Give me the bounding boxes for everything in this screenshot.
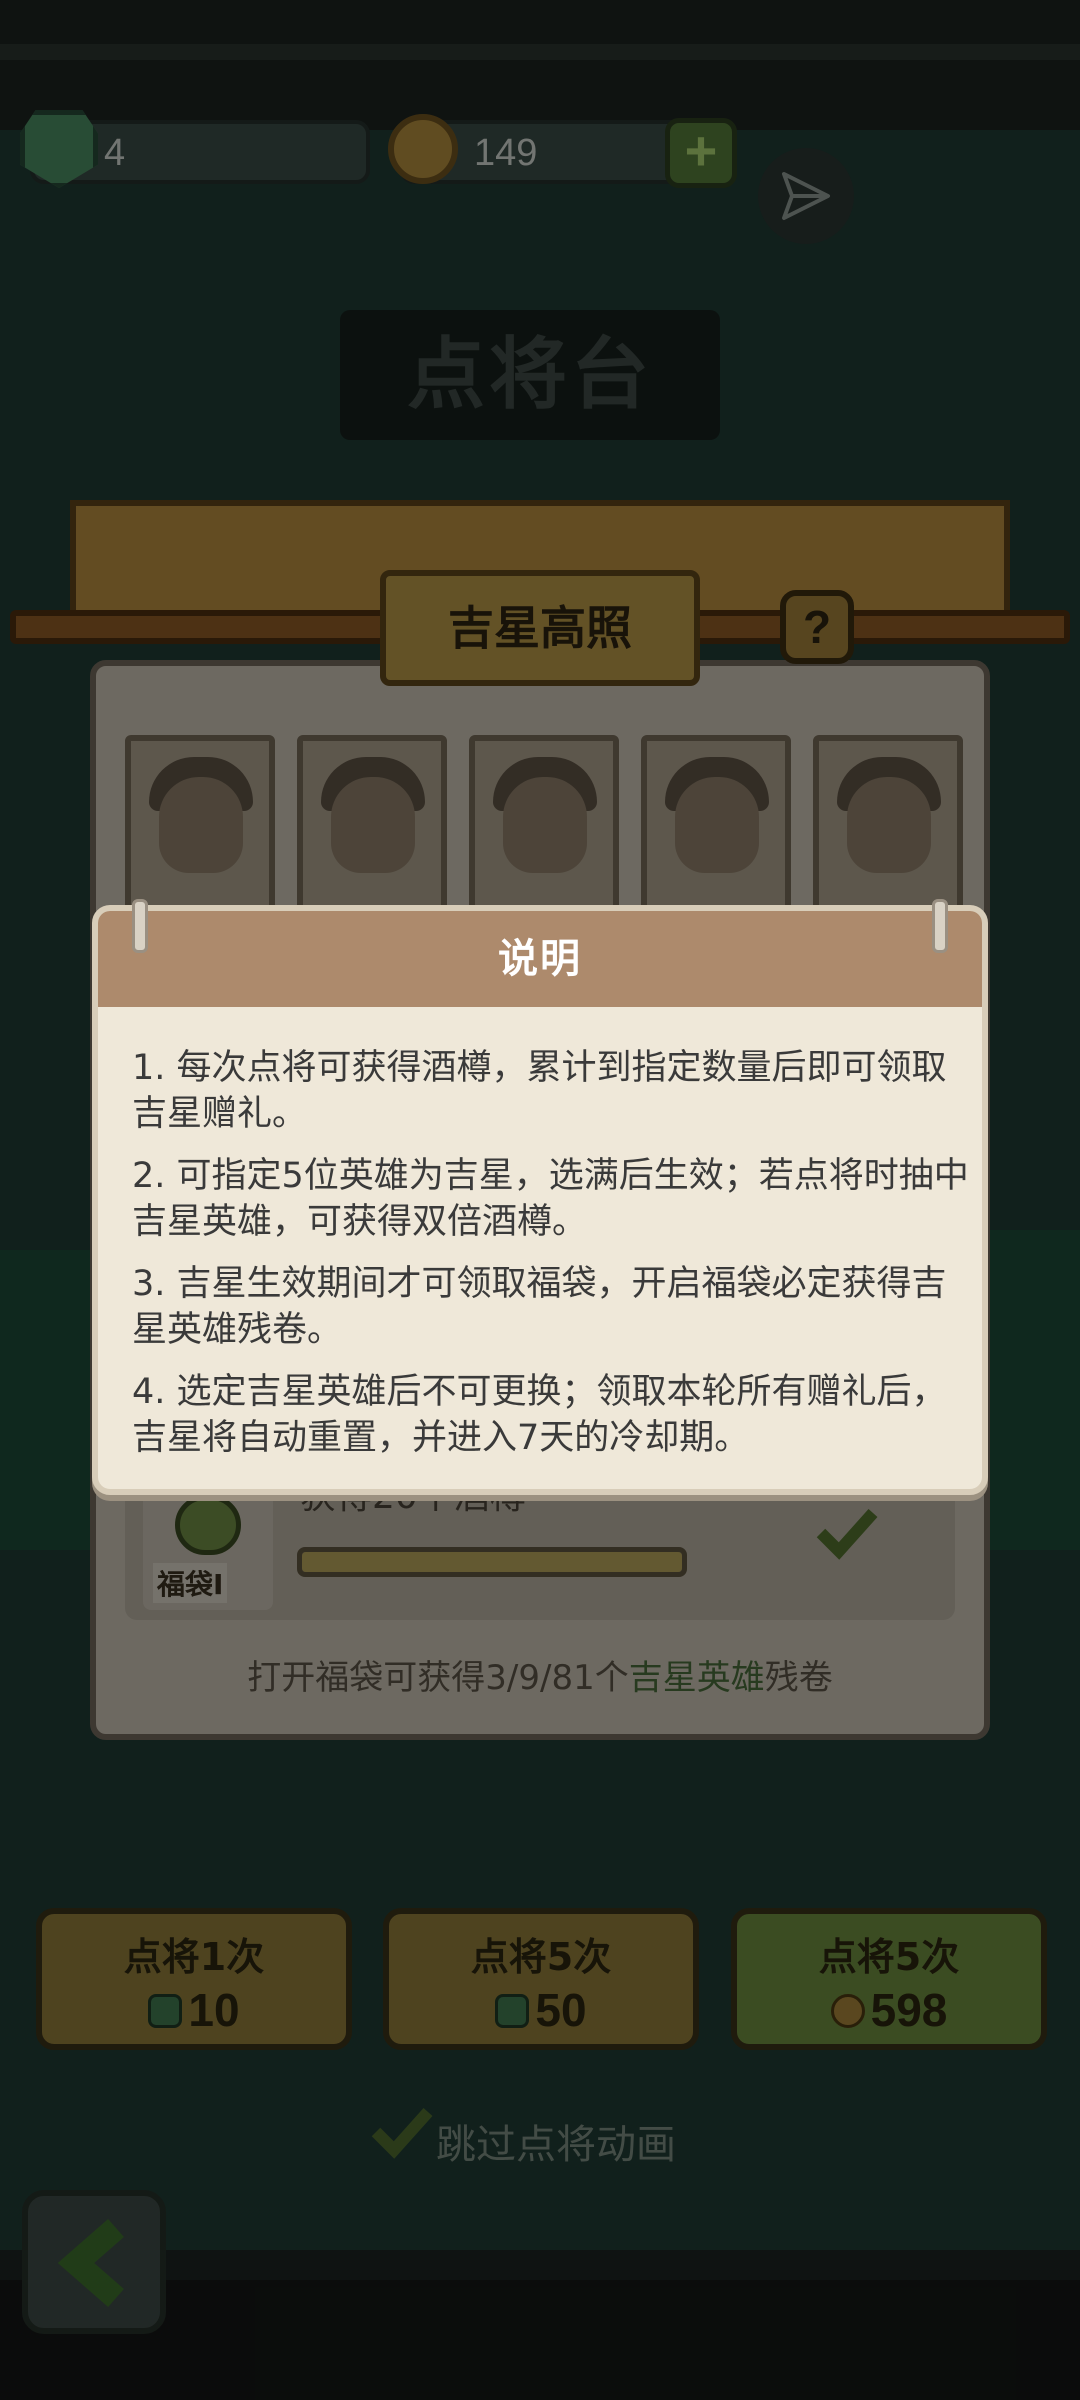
rule-item: 1. 每次点将可获得酒樽，累计到指定数量后即可领取吉星赠礼。 [132,1048,947,1134]
rule-item: 2. 可指定5位英雄为吉星，选满后生效；若点将时抽中吉星英雄，可获得双倍酒樽。 [132,1156,969,1242]
pin-icon [132,899,148,953]
rule-item: 3. 吉星生效期间才可领取福袋，开启福袋必定获得吉星英雄残卷。 [132,1264,947,1350]
rule-item: 4. 选定吉星英雄后不可更换；领取本轮所有赠礼后，吉星将自动重置，并进入7天的冷… [132,1372,947,1458]
pin-icon [932,899,948,953]
dialog-title: 说明 [498,936,582,982]
info-dialog: 说明 1. 每次点将可获得酒樽，累计到指定数量后即可领取吉星赠礼。 2. 可指定… [92,899,988,1495]
dialog-body: 1. 每次点将可获得酒樽，累计到指定数量后即可领取吉星赠礼。 2. 可指定5位英… [132,1045,972,1477]
